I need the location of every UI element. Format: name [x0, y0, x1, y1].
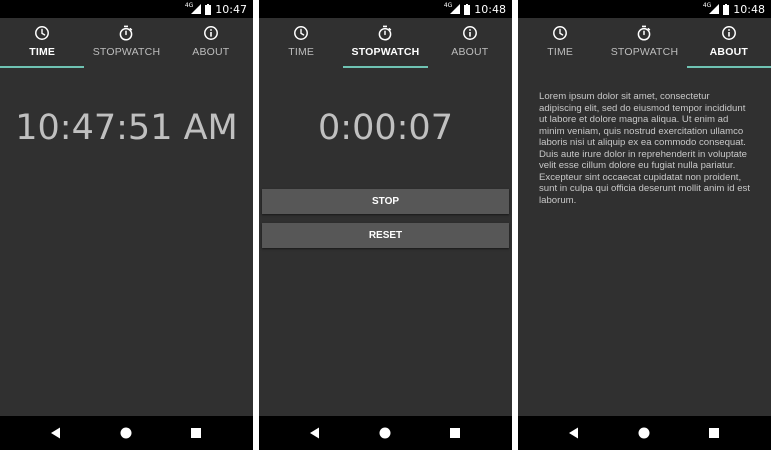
battery-icon — [723, 3, 730, 15]
tab-indicator — [0, 66, 85, 68]
status-bar: 4G 10:48 — [259, 0, 512, 18]
stop-button[interactable]: STOP — [262, 189, 509, 214]
stopwatch-elapsed-display: 0:00:07 — [318, 108, 453, 148]
tab-stopwatch[interactable]: STOPWATCH — [602, 18, 686, 68]
tab-indicator — [686, 66, 771, 68]
tab-label: TIME — [29, 46, 56, 58]
info-icon — [721, 26, 736, 40]
status-icons: 4G 10:47 — [185, 0, 247, 18]
tab-label: ABOUT — [451, 46, 489, 58]
tab-stopwatch[interactable]: STOPWATCH — [343, 18, 428, 68]
current-time-display: 10:47:51 AM — [15, 108, 238, 148]
tab-stopwatch[interactable]: STOPWATCH — [84, 18, 168, 68]
info-icon — [462, 26, 477, 40]
navigation-bar — [0, 416, 253, 450]
recents-icon[interactable] — [708, 427, 720, 439]
navigation-bar — [518, 416, 771, 450]
status-icons: 4G 10:48 — [444, 0, 506, 18]
stopwatch-icon — [379, 25, 392, 41]
tab-about[interactable]: ABOUT — [428, 18, 512, 68]
clock-icon — [553, 26, 568, 40]
status-clock: 10:47 — [215, 2, 247, 16]
phone-screen-about: 4G 10:48 TIME STOPWATCH ABOUT Lorem ipsu… — [518, 0, 771, 450]
stopwatch-icon — [638, 25, 651, 41]
tab-time[interactable]: TIME — [0, 18, 85, 68]
back-icon[interactable] — [568, 427, 580, 439]
tab-indicator — [343, 66, 428, 68]
navigation-bar — [259, 416, 512, 450]
tab-label: ABOUT — [192, 46, 230, 58]
home-icon[interactable] — [638, 427, 650, 439]
tab-time[interactable]: TIME — [259, 18, 343, 68]
network-type: 4G — [184, 1, 194, 9]
back-icon[interactable] — [50, 427, 62, 439]
recents-icon[interactable] — [449, 427, 461, 439]
clock-icon — [35, 26, 50, 40]
battery-icon — [205, 3, 212, 15]
status-icons: 4G 10:48 — [703, 0, 765, 18]
tab-time[interactable]: TIME — [518, 18, 602, 68]
tab-about[interactable]: ABOUT — [686, 18, 771, 68]
home-icon[interactable] — [120, 427, 132, 439]
tab-label: TIME — [288, 46, 315, 58]
tab-label: STOPWATCH — [610, 46, 679, 58]
tab-label: STOPWATCH — [351, 46, 420, 58]
recents-icon[interactable] — [190, 427, 202, 439]
phone-screen-time: 4G 10:47 TIME STOPWATCH ABOUT 10:47:51 A… — [0, 0, 253, 450]
back-icon[interactable] — [309, 427, 321, 439]
tab-bar: TIME STOPWATCH ABOUT — [259, 18, 512, 68]
status-clock: 10:48 — [474, 2, 506, 16]
tab-bar: TIME STOPWATCH ABOUT — [518, 18, 771, 68]
clock-icon — [294, 26, 309, 40]
tab-label: TIME — [547, 46, 574, 58]
stopwatch-icon — [120, 25, 133, 41]
tab-label: ABOUT — [709, 46, 748, 58]
network-type: 4G — [443, 1, 453, 9]
reset-button[interactable]: RESET — [262, 223, 509, 248]
battery-icon — [464, 3, 471, 15]
tab-about[interactable]: ABOUT — [169, 18, 253, 68]
status-bar: 4G 10:47 — [0, 0, 253, 18]
about-body-text: Lorem ipsum dolor sit amet, consectetur … — [539, 91, 750, 206]
phone-screen-stopwatch: 4G 10:48 TIME STOPWATCH ABOUT 0:00:07 ST… — [259, 0, 512, 450]
info-icon — [203, 26, 218, 40]
tab-bar: TIME STOPWATCH ABOUT — [0, 18, 253, 68]
status-clock: 10:48 — [733, 2, 765, 16]
status-bar: 4G 10:48 — [518, 0, 771, 18]
home-icon[interactable] — [379, 427, 391, 439]
network-type: 4G — [702, 1, 712, 9]
tab-label: STOPWATCH — [92, 46, 161, 58]
